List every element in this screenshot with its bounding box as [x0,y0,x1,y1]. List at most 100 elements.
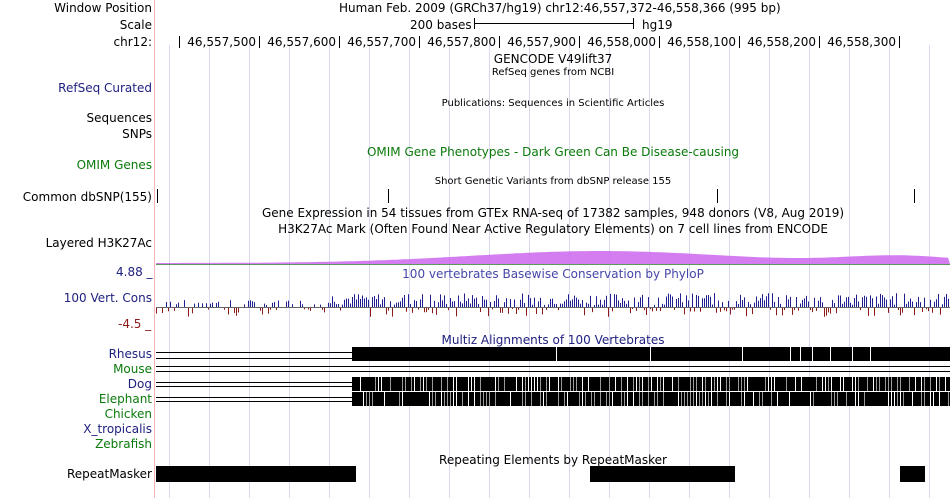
elephant-mismatch [789,392,790,406]
dog-mismatch [468,377,469,391]
dog-mismatch [570,377,571,391]
dog-mismatch [822,377,823,391]
rhesus-mismatch [800,347,801,361]
elephant-mismatch [702,392,703,406]
elephant-mismatch [864,392,865,406]
elephant-mismatch [579,392,580,406]
elephant-mismatch [771,392,772,406]
elephant-mismatch [663,392,664,406]
rhesus-mismatch [870,347,871,361]
elephant-mismatch [522,392,523,406]
dog-mismatch [546,377,547,391]
elephant-mismatch [687,392,688,406]
dog-mismatch [795,377,796,391]
elephant-mismatch [495,392,496,406]
elephant-mismatch [450,392,451,406]
dog-mismatch [582,377,583,391]
elephant-mismatch [624,392,625,406]
dog-mismatch [930,377,931,391]
elephant-mismatch [753,392,754,406]
dog-mismatch [693,377,694,391]
dog-mismatch [678,377,679,391]
dog-mismatch [381,377,382,391]
elephant-mismatch [384,392,385,406]
dog-mismatch [411,377,412,391]
elephant-mismatch [654,392,655,406]
elephant-mismatch [684,392,685,406]
dog-mismatch [726,377,727,391]
elephant-mismatch [567,392,568,406]
elephant-mismatch [717,392,718,406]
dog-mismatch [744,377,745,391]
dog-mismatch [771,377,772,391]
dog-mismatch [936,377,937,391]
elephant-mismatch [810,392,811,406]
dog-mismatch [642,377,643,391]
dog-mismatch [705,377,706,391]
rhesus-mismatch [852,347,853,361]
dog-mismatch [516,377,517,391]
dog-mismatch [867,377,868,391]
elephant-mismatch [855,392,856,406]
h3k27ac-signal [156,251,950,264]
elephant-mismatch [699,392,700,406]
dog-mismatch [888,377,889,391]
dog-mismatch [909,377,910,391]
dog-mismatch [885,377,886,391]
elephant-mismatch [897,392,898,406]
elephant-mismatch [741,392,742,406]
elephant-mismatch [435,392,436,406]
dog-mismatch [648,377,649,391]
elephant-mismatch [606,392,607,406]
dog-mismatch [891,377,892,391]
elephant-mismatch [744,392,745,406]
dog-mismatch [921,377,922,391]
elephant-mismatch [453,392,454,406]
dog-mismatch [816,377,817,391]
dog-mismatch [378,377,379,391]
elephant-mismatch [609,392,610,406]
dog-mismatch [588,377,589,391]
dog-mismatch [915,377,916,391]
elephant-mismatch [483,392,484,406]
dog-mismatch [657,377,658,391]
elephant-mismatch [900,392,901,406]
dog-mismatch [738,377,739,391]
elephant-mismatch [429,392,430,406]
dog-mismatch [549,377,550,391]
elephant-mismatch [489,392,490,406]
dog-mismatch [621,377,622,391]
dog-mismatch [456,377,457,391]
elephant-mismatch [447,392,448,406]
dog-mismatch [420,377,421,391]
dog-mismatch [720,377,721,391]
dog-mismatch [858,377,859,391]
elephant-mismatch [642,392,643,406]
dog-mismatch [480,377,481,391]
elephant-mismatch [543,392,544,406]
dog-mismatch [453,377,454,391]
dog-mismatch [441,377,442,391]
elephant-mismatch [777,392,778,406]
repeatmasker-element [590,466,735,482]
repeatmasker-element [900,466,925,482]
repeatmasker-element [156,466,356,482]
dog-mismatch [561,377,562,391]
dog-mismatch [633,377,634,391]
elephant-mismatch [399,392,400,406]
dog-mismatch [672,377,673,391]
elephant-mismatch [468,392,469,406]
elephant-mismatch [363,392,364,406]
elephant-mismatch [708,392,709,406]
elephant-mismatch [402,392,403,406]
dog-mismatch [702,377,703,391]
dog-mismatch [573,377,574,391]
dog-mismatch [498,377,499,391]
dog-mismatch [474,377,475,391]
elephant-mismatch [456,392,457,406]
elephant-mismatch [372,392,373,406]
elephant-mismatch [894,392,895,406]
elephant-mismatch [621,392,622,406]
dog-mismatch [660,377,661,391]
rhesus-mismatch [650,347,651,361]
